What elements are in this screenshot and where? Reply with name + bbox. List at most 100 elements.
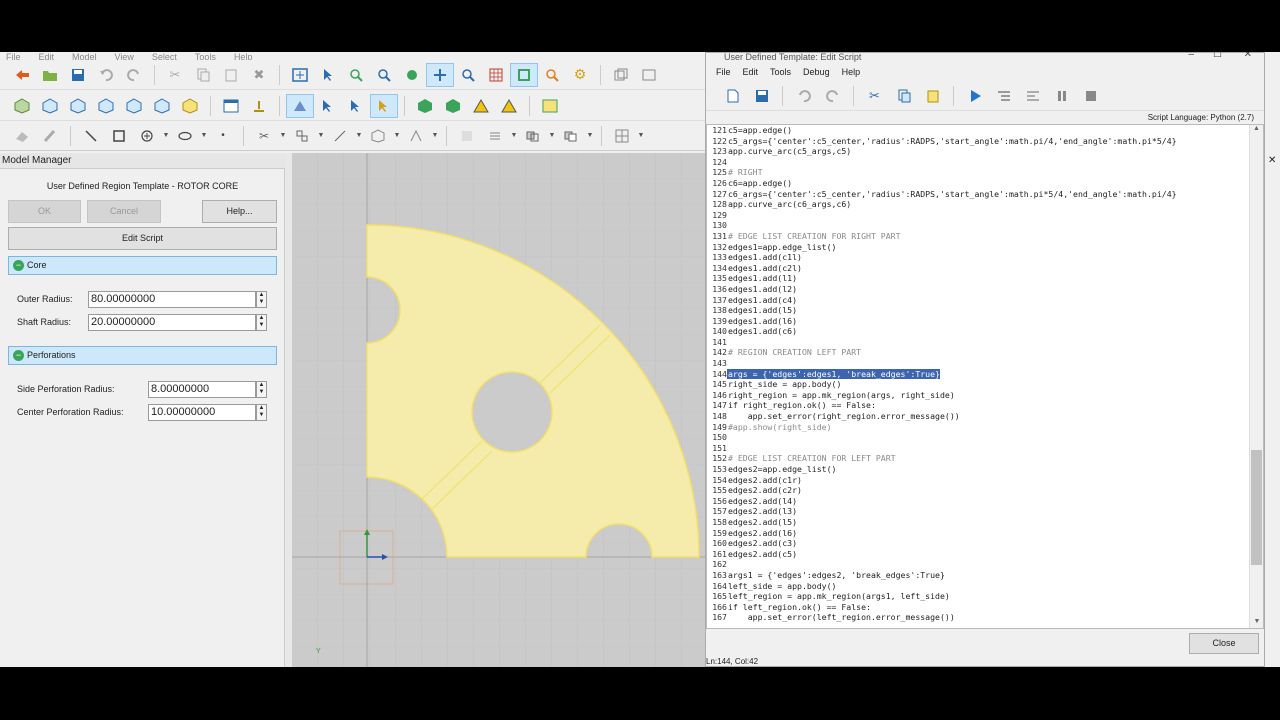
code-line[interactable]: 157edges2.add(l3) <box>707 506 1251 517</box>
code-line[interactable]: 135edges1.add(l1) <box>707 273 1251 284</box>
cancel-button[interactable]: Cancel <box>87 200 161 223</box>
code-line[interactable]: 165left_region = app.mk_region(args1, le… <box>707 591 1251 602</box>
dialog-menu-debug[interactable]: Debug <box>797 67 836 77</box>
dialog-menu-edit[interactable]: Edit <box>737 67 765 77</box>
code-line[interactable]: 160edges2.add(c3) <box>707 538 1251 549</box>
pan-icon[interactable] <box>426 62 454 87</box>
back-arrow-icon[interactable] <box>8 63 36 87</box>
select-pointer-icon[interactable] <box>314 63 342 87</box>
edit-script-button[interactable]: Edit Script <box>8 227 277 250</box>
minimize-icon[interactable]: – <box>1188 52 1194 60</box>
code-line[interactable]: 142# REGION CREATION LEFT PART <box>707 347 1251 358</box>
pause-icon[interactable] <box>1047 84 1076 108</box>
mesh-view-icon[interactable] <box>608 124 636 148</box>
code-line[interactable]: 127c6_args={'center':c5_center,'radius':… <box>707 189 1251 200</box>
close-icon[interactable]: ✕ <box>1268 155 1276 166</box>
warning-icon[interactable] <box>495 94 523 118</box>
code-line[interactable]: 167 app.set_error(left_region.error_mess… <box>707 612 1251 623</box>
undo-icon[interactable] <box>789 84 818 108</box>
code-line[interactable]: 128app.curve_arc(c6_args,c6) <box>707 199 1251 210</box>
ellipse-tool-icon[interactable] <box>171 124 199 148</box>
chevron-down-icon[interactable]: ▼ <box>316 132 326 139</box>
zoom-in-icon[interactable] <box>342 63 370 87</box>
chevron-down-icon[interactable]: ▼ <box>430 132 440 139</box>
script-run-icon[interactable] <box>536 94 564 118</box>
cube-icon[interactable] <box>120 94 148 118</box>
subtract-tool-icon[interactable] <box>557 124 585 148</box>
code-line[interactable]: 164left_side = app.body() <box>707 581 1251 592</box>
run-icon[interactable] <box>960 84 989 108</box>
save-icon[interactable] <box>747 84 776 108</box>
undo-icon[interactable] <box>92 63 120 87</box>
help-button[interactable]: Help... <box>202 200 277 223</box>
shaft-radius-stepper[interactable]: ▲ ▼ <box>256 314 267 331</box>
chevron-down-icon[interactable]: ▼ <box>354 132 364 139</box>
perforations-section-header[interactable]: − Perforations <box>8 346 277 365</box>
warning-icon[interactable] <box>467 94 495 118</box>
code-line[interactable]: 145right_side = app.body() <box>707 379 1251 390</box>
code-line[interactable]: 123app.curve_arc(c5_args,c5) <box>707 146 1251 157</box>
side-perforation-radius-field[interactable]: 8.00000000 <box>148 381 256 398</box>
step-over-icon[interactable] <box>1018 84 1047 108</box>
code-line[interactable]: 138edges1.add(l5) <box>707 305 1251 316</box>
circle-center-tool-icon[interactable] <box>133 124 161 148</box>
cube-icon[interactable] <box>64 94 92 118</box>
brush-icon[interactable] <box>36 124 64 148</box>
zoom-out-icon[interactable] <box>454 63 482 87</box>
chevron-down-icon[interactable]: ▼ <box>509 132 519 139</box>
mesh-cube-icon[interactable] <box>439 94 467 118</box>
dialog-menu-tools[interactable]: Tools <box>764 67 797 77</box>
code-line[interactable]: 144args = {'edges':edges1, 'break_edges'… <box>707 368 1251 380</box>
editor-scrollbar[interactable]: ▲ ▼ <box>1249 125 1263 628</box>
code-line[interactable]: 130 <box>707 220 1251 231</box>
step-into-icon[interactable] <box>989 84 1018 108</box>
code-line[interactable]: 121c5=app.edge() <box>707 125 1251 136</box>
snap-select-icon[interactable] <box>510 62 538 87</box>
settings-gear-icon[interactable]: ⚙ <box>566 63 594 87</box>
open-folder-icon[interactable] <box>36 63 64 87</box>
save-icon[interactable] <box>64 63 92 87</box>
code-line[interactable]: 150 <box>707 432 1251 443</box>
cube-icon[interactable] <box>148 94 176 118</box>
cube-icon[interactable] <box>176 94 204 118</box>
dialog-menu-file[interactable]: File <box>710 67 737 77</box>
shaft-radius-field[interactable]: 20.00000000 <box>88 314 256 331</box>
code-line[interactable]: 140edges1.add(c6) <box>707 326 1251 337</box>
code-line[interactable]: 137edges1.add(c4) <box>707 295 1251 306</box>
code-line[interactable]: 163args1 = {'edges':edges2, 'break_edges… <box>707 570 1251 581</box>
chevron-down-icon[interactable]: ▼ <box>199 132 209 139</box>
center-perforation-radius-field[interactable]: 10.00000000 <box>148 404 256 421</box>
chevron-down-icon[interactable]: ▼ <box>278 132 288 139</box>
panel-splitter[interactable] <box>285 153 292 667</box>
scrollbar-thumb[interactable] <box>1251 450 1262 565</box>
maximize-icon[interactable]: ☐ <box>1213 52 1222 60</box>
code-line[interactable]: 153edges2=app.edge_list() <box>707 464 1251 475</box>
cut-icon[interactable]: ✂ <box>161 63 189 87</box>
chevron-down-icon[interactable]: ▼ <box>392 132 402 139</box>
side-perforation-stepper[interactable]: ▲ ▼ <box>256 381 267 398</box>
code-line[interactable]: 166if left_region.ok() == False: <box>707 602 1251 613</box>
paste-icon[interactable] <box>918 84 947 108</box>
code-line[interactable]: 122c5_args={'center':c5_center,'radius':… <box>707 136 1251 147</box>
select-edge-icon[interactable] <box>370 93 398 118</box>
layers-icon[interactable] <box>607 63 635 87</box>
code-line[interactable]: 155edges2.add(c2r) <box>707 485 1251 496</box>
outer-radius-stepper[interactable]: ▲ ▼ <box>256 291 267 308</box>
eraser-icon[interactable] <box>8 124 36 148</box>
chevron-down-icon[interactable]: ▼ <box>636 132 646 139</box>
trim-tool-icon[interactable]: ✂ <box>250 124 278 148</box>
code-line[interactable]: 149#app.show(right_side) <box>707 422 1251 433</box>
cube-icon[interactable] <box>92 94 120 118</box>
ok-button[interactable]: OK <box>8 200 81 223</box>
collapse-toggle-icon[interactable]: − <box>13 350 24 361</box>
code-line[interactable]: 151 <box>707 443 1251 454</box>
code-line[interactable]: 125# RIGHT <box>707 167 1251 178</box>
cube-icon[interactable] <box>36 94 64 118</box>
chevron-down-icon[interactable]: ▼ <box>585 132 595 139</box>
code-line[interactable]: 152# EDGE LIST CREATION FOR LEFT PART <box>707 453 1251 464</box>
chevron-down-icon[interactable]: ▼ <box>161 132 171 139</box>
stop-icon[interactable] <box>1076 84 1105 108</box>
cube-icon[interactable] <box>8 94 36 118</box>
rotate-icon[interactable] <box>398 63 426 87</box>
model-viewport[interactable]: Y <box>292 153 705 667</box>
